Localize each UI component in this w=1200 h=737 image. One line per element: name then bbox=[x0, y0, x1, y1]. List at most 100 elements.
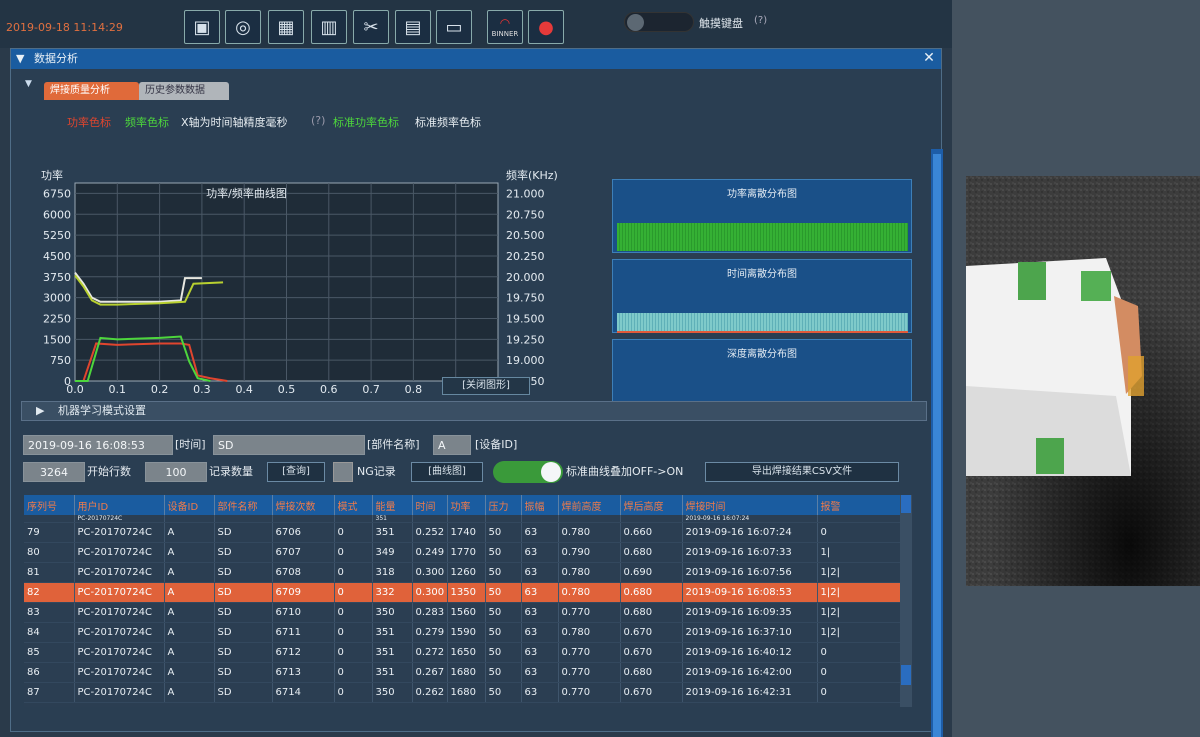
table-cell: 0.283 bbox=[412, 602, 448, 623]
table-cell: 351 bbox=[372, 515, 413, 523]
table-cell: 6710 bbox=[272, 602, 335, 623]
table-row[interactable]: 80 PC-20170724C A SD 6707 0 349 0.249 1770 50 63 0.… bbox=[24, 542, 905, 563]
table-row[interactable]: 79 PC-20170724C A SD 6706 0 351 0.252 1740 50 63 0.… bbox=[24, 522, 905, 543]
table-scrollbar[interactable] bbox=[900, 495, 912, 707]
time-input[interactable]: 2019-09-16 16:08:53 bbox=[23, 435, 173, 455]
table-cell: 0.770 bbox=[558, 602, 621, 623]
record-count-label: 记录数量 bbox=[209, 465, 253, 478]
table-row[interactable]: 86 PC-20170724C A SD 6713 0 351 0.267 1680 50 63 0.… bbox=[24, 662, 905, 683]
tab-welding-quality[interactable]: 焊接质量分析 bbox=[44, 82, 139, 100]
start-row-label: 开始行数 bbox=[87, 465, 131, 478]
table-cell: A bbox=[164, 602, 215, 623]
table-row-partial[interactable]: PC-20170724C 351 2019-09-16 16:07:24 bbox=[24, 515, 905, 523]
table-cell: 82 bbox=[24, 582, 75, 603]
column-header[interactable]: 压力 bbox=[485, 495, 522, 515]
x-tick-label: 0.7 bbox=[362, 383, 380, 396]
touch-keyboard-toggle[interactable] bbox=[624, 12, 694, 32]
column-header[interactable]: 部件名称 bbox=[214, 495, 273, 515]
stop-icon[interactable]: ● bbox=[528, 10, 564, 44]
column-header[interactable]: 序列号 bbox=[24, 495, 75, 515]
table-row[interactable]: 84 PC-20170724C A SD 6711 0 351 0.279 1590 50 63 0.… bbox=[24, 622, 905, 643]
table-cell: 0.680 bbox=[620, 602, 683, 623]
scroll-down-button[interactable] bbox=[901, 665, 911, 685]
table-cell: SD bbox=[214, 582, 273, 603]
settings-disk-icon[interactable]: ◎ bbox=[225, 10, 261, 44]
image-icon[interactable]: ▦ bbox=[268, 10, 304, 44]
x-tick-label: 0.3 bbox=[193, 383, 211, 396]
table-row[interactable]: 82 PC-20170724C A SD 6709 0 332 0.300 1350 50 63 0.… bbox=[24, 582, 905, 603]
table-cell: 1|2| bbox=[817, 602, 905, 623]
column-header[interactable]: 用户ID bbox=[74, 495, 165, 515]
table-cell: SD bbox=[214, 642, 273, 663]
column-header[interactable]: 焊接时间 bbox=[682, 495, 818, 515]
std-curve-overlay-toggle[interactable] bbox=[493, 461, 563, 483]
table-row[interactable]: 83 PC-20170724C A SD 6710 0 350 0.283 1560 50 63 0.… bbox=[24, 602, 905, 623]
table-cell bbox=[521, 515, 559, 523]
column-header[interactable]: 振幅 bbox=[521, 495, 559, 515]
column-header[interactable]: 焊后高度 bbox=[620, 495, 683, 515]
x-tick-label: 0.6 bbox=[320, 383, 338, 396]
close-icon[interactable]: ✕ bbox=[921, 50, 937, 66]
device-id-label: [设备ID] bbox=[475, 438, 518, 451]
table-row[interactable]: 81 PC-20170724C A SD 6708 0 318 0.300 1260 50 63 0.… bbox=[24, 562, 905, 583]
table-cell: 0.680 bbox=[620, 662, 683, 683]
y-tick-label: 6750 bbox=[43, 187, 71, 200]
card-icon[interactable]: ▭ bbox=[436, 10, 472, 44]
close-chart-button[interactable]: [关闭图形] bbox=[442, 377, 530, 395]
table-cell bbox=[447, 515, 486, 523]
curve-chart-button[interactable]: [曲线图] bbox=[411, 462, 483, 482]
start-row-input[interactable]: 3264 bbox=[23, 462, 85, 482]
query-button[interactable]: [查询] bbox=[267, 462, 325, 482]
tab-collapse-icon[interactable]: ▼ bbox=[25, 79, 32, 89]
table-body: PC-20170724C 351 2019-09-16 16:07:24 79 PC-2… bbox=[24, 515, 905, 703]
column-header[interactable]: 焊前高度 bbox=[558, 495, 621, 515]
column-header[interactable]: 焊接次数 bbox=[272, 495, 335, 515]
column-header[interactable]: 模式 bbox=[334, 495, 373, 515]
ml-settings-header[interactable]: ▶ 机器学习模式设置 bbox=[21, 401, 927, 421]
y2-tick-label: 21.000 bbox=[506, 187, 545, 200]
column-header[interactable]: 时间 bbox=[412, 495, 448, 515]
tab-history-params[interactable]: 历史参数数据 bbox=[139, 82, 229, 100]
tools-icon[interactable]: ✂ bbox=[353, 10, 389, 44]
collapse-icon[interactable]: ▼ bbox=[16, 52, 24, 65]
table-cell: 1590 bbox=[447, 622, 486, 643]
y2-tick-label: 20.250 bbox=[506, 250, 545, 263]
column-header[interactable]: 设备ID bbox=[164, 495, 215, 515]
table-cell: A bbox=[164, 562, 215, 583]
table-cell: 0.660 bbox=[620, 522, 683, 543]
table-cell: 50 bbox=[485, 682, 522, 703]
table-cell: 0.780 bbox=[558, 582, 621, 603]
y-tick-label: 1500 bbox=[43, 333, 71, 346]
table-cell: 0.252 bbox=[412, 522, 448, 543]
export-csv-button[interactable]: 导出焊接结果CSV文件 bbox=[705, 462, 899, 482]
chart-panel: 功率色标 频率色标 X轴为时间轴精度毫秒 (?) 标准功率色标 标准频率色标 0… bbox=[23, 101, 921, 413]
help-icon[interactable]: (?) bbox=[754, 15, 767, 26]
column-header[interactable]: 报警 bbox=[817, 495, 905, 515]
scroll-up-button[interactable] bbox=[901, 495, 911, 513]
part-name-input[interactable]: SD bbox=[213, 435, 365, 455]
scrollbar-thumb[interactable] bbox=[933, 154, 941, 737]
table-row[interactable]: 85 PC-20170724C A SD 6712 0 351 0.272 1650 50 63 0.… bbox=[24, 642, 905, 663]
window-scrollbar[interactable] bbox=[931, 149, 943, 737]
record-count-input[interactable]: 100 bbox=[145, 462, 207, 482]
id-card-icon[interactable]: ▣ bbox=[184, 10, 220, 44]
table-cell: PC-20170724C bbox=[74, 582, 165, 603]
table-cell: PC-20170724C bbox=[74, 522, 165, 543]
x-tick-label: 0.4 bbox=[235, 383, 253, 396]
chart-icon[interactable]: ▤ bbox=[395, 10, 431, 44]
table-cell: 1| bbox=[817, 542, 905, 563]
window-title: 数据分析 bbox=[33, 52, 78, 65]
power-distribution-bars bbox=[617, 223, 908, 251]
table-cell: A bbox=[164, 582, 215, 603]
device-id-input[interactable]: A bbox=[433, 435, 471, 455]
table-cell: 0.690 bbox=[620, 562, 683, 583]
ng-record-checkbox[interactable] bbox=[333, 462, 353, 482]
brand-logo-icon[interactable]: ◠ BINNER bbox=[487, 10, 523, 44]
column-header[interactable]: 能量 bbox=[372, 495, 413, 515]
table-cell: 87 bbox=[24, 682, 75, 703]
table-row[interactable]: 87 PC-20170724C A SD 6714 0 350 0.262 1680 50 63 0.… bbox=[24, 682, 905, 703]
table-cell: SD bbox=[214, 562, 273, 583]
table-cell: 0.279 bbox=[412, 622, 448, 643]
machine-icon[interactable]: ▥ bbox=[311, 10, 347, 44]
column-header[interactable]: 功率 bbox=[447, 495, 486, 515]
